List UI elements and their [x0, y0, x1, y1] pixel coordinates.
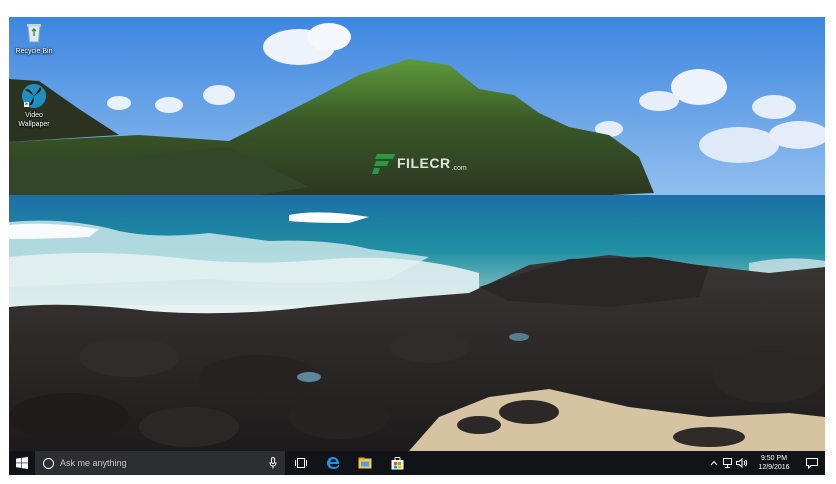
- windows-logo-icon: [16, 457, 28, 469]
- filecr-logo-icon: [372, 154, 395, 174]
- desktop-icon-label-line2: Wallpaper: [18, 121, 50, 128]
- desktop-icon-recycle-bin[interactable]: Recycle Bin: [9, 19, 61, 56]
- recycle-bin-icon: [27, 24, 41, 43]
- microphone-icon[interactable]: [269, 457, 277, 469]
- search-box[interactable]: Ask me anything: [35, 451, 285, 475]
- volume-button[interactable]: [735, 451, 749, 475]
- volume-icon: [736, 458, 748, 468]
- watermark-text: FILECR: [397, 155, 451, 171]
- notification-icon: [806, 457, 818, 469]
- task-view-icon: [295, 458, 307, 468]
- cortana-icon: [43, 457, 54, 469]
- start-button[interactable]: [9, 451, 35, 475]
- task-view-button[interactable]: [285, 451, 317, 475]
- system-tray: 9:50 PM 12/9/2016: [707, 451, 825, 475]
- clock-date: 12/9/2016: [758, 464, 790, 471]
- action-center-button[interactable]: [799, 451, 825, 475]
- clock[interactable]: 9:50 PM 12/9/2016: [749, 454, 799, 472]
- desktop-icon-label: Recycle Bin: [15, 48, 53, 55]
- file-explorer-icon: [358, 457, 372, 469]
- desktop-wallpaper: [9, 17, 825, 451]
- edge-icon: [327, 457, 339, 469]
- desktop: Recycle Bin Video Wallpaper FILECR .com: [9, 17, 825, 475]
- edge-button[interactable]: [317, 451, 349, 475]
- store-button[interactable]: [381, 451, 413, 475]
- clock-time: 9:50 PM: [760, 455, 788, 462]
- chevron-up-icon: [710, 460, 718, 466]
- watermark: FILECR .com: [371, 150, 467, 176]
- file-explorer-button[interactable]: [349, 451, 381, 475]
- show-hidden-icons-button[interactable]: [707, 451, 721, 475]
- watermark-suffix: .com: [451, 164, 467, 172]
- video-wallpaper-icon: [22, 84, 46, 108]
- network-button[interactable]: [721, 451, 735, 475]
- search-placeholder: Ask me anything: [60, 458, 127, 468]
- taskbar: Ask me anything 9:50 PM 12/9/2016: [9, 451, 825, 475]
- store-icon: [391, 456, 403, 469]
- desktop-icon-video-wallpaper[interactable]: Video Wallpaper: [9, 83, 61, 129]
- desktop-icon-label-line1: Video: [25, 112, 43, 119]
- network-icon: [722, 458, 732, 468]
